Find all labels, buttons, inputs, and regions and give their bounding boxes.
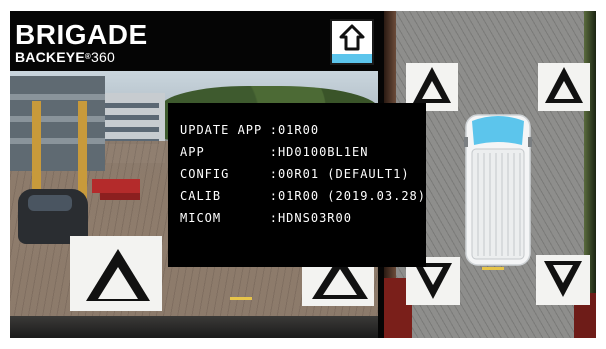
building-facade xyxy=(10,76,105,171)
version-info-panel: UPDATE APP :01R00 APP :HD0100BL1EN CONFI… xyxy=(168,103,426,267)
info-value: :01R00 xyxy=(269,123,320,137)
info-label: UPDATE APP xyxy=(180,123,263,137)
info-value: :01R00 (2019.03.28) xyxy=(269,189,426,203)
info-label: APP xyxy=(180,145,205,159)
info-value: :HD0100BL1EN xyxy=(269,145,369,159)
table-row: UPDATE APP :01R00 xyxy=(180,119,426,141)
view-select-accent xyxy=(332,54,372,63)
table-row: APP :HD0100BL1EN xyxy=(180,141,426,163)
picnic-bench xyxy=(92,179,140,193)
version-info-table: UPDATE APP :01R00 APP :HD0100BL1EN CONFI… xyxy=(180,119,426,229)
info-value: :HDNS03R00 xyxy=(269,211,352,225)
info-label: CALIB xyxy=(180,189,222,203)
product-name: BACKEYE®360 xyxy=(15,49,115,65)
info-value: :00R01 (DEFAULT1) xyxy=(269,167,410,181)
monitor-screen: BRIGADE BACKEYE®360 UPDATE APP :01R00 AP… xyxy=(10,11,596,338)
table-row: MICOM :HDNS03R00 xyxy=(180,207,426,229)
info-label: CONFIG xyxy=(180,167,230,181)
table-row: CONFIG :00R01 (DEFAULT1) xyxy=(180,163,426,185)
picnic-bench-seat xyxy=(100,193,140,200)
van-top-view-icon xyxy=(464,114,532,266)
vehicle-edge xyxy=(10,316,378,338)
view-select-button[interactable] xyxy=(330,19,374,65)
table-row: CALIB :01R00 (2019.03.28) xyxy=(180,185,426,207)
ground-marker xyxy=(230,297,252,300)
info-label: MICOM xyxy=(180,211,222,225)
brand-name: BRIGADE xyxy=(15,19,148,50)
brand-logo: BRIGADE BACKEYE®360 xyxy=(15,19,148,66)
